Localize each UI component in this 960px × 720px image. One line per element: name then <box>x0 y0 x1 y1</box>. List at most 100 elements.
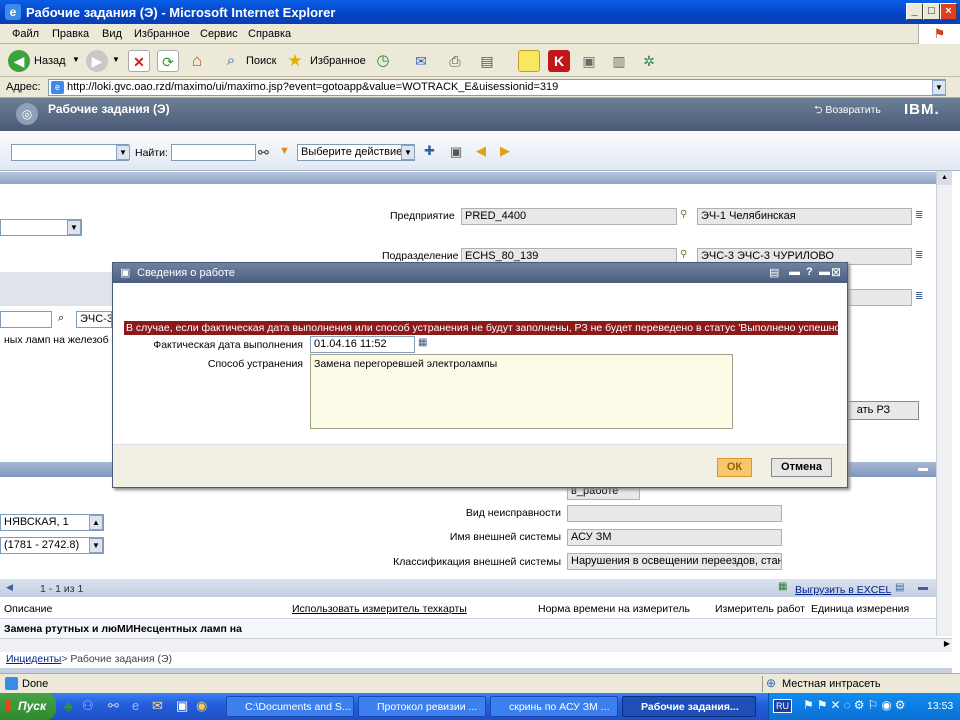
ok-button[interactable]: ОК <box>717 458 752 477</box>
address-scroll-up-icon[interactable]: ▲ <box>89 515 103 530</box>
left-select-dropdown-icon[interactable]: ▼ <box>67 220 81 235</box>
enterprise-menu-icon[interactable]: ≣ <box>915 210 923 221</box>
stop-icon[interactable]: ✕ <box>128 50 150 72</box>
table-menu-icon[interactable]: ▤ <box>895 582 904 593</box>
history-icon[interactable]: ◷ <box>372 50 394 72</box>
hscroll-right-icon[interactable]: ▶ <box>944 639 950 648</box>
cancel-button[interactable]: Отмена <box>771 458 832 477</box>
quicklaunch-app-icon[interactable]: ▣ <box>176 698 188 714</box>
dialog-help-icon[interactable]: ? <box>806 266 813 278</box>
column-description[interactable]: Описание <box>4 603 52 615</box>
back-button-label[interactable]: Назад <box>34 55 66 67</box>
enterprise-name-field[interactable]: ЭЧ-1 Челябинская <box>697 208 912 225</box>
ext-system-field[interactable]: АСУ ЗМ <box>567 529 782 546</box>
hidden-field-right[interactable] <box>838 289 912 306</box>
dialog-menu-icon[interactable]: ▤ <box>769 266 779 279</box>
page-scrollbar[interactable]: ▲ <box>936 171 952 636</box>
filter-arrow-icon[interactable]: ▼ <box>279 145 290 157</box>
messenger-icon[interactable]: ✲ <box>638 50 660 72</box>
dialog-close-icon[interactable]: ⊠ <box>831 265 841 279</box>
division-detail-icon[interactable]: ⚲ <box>680 249 687 260</box>
search-icon[interactable]: ⌕ <box>220 50 242 72</box>
print-icon[interactable]: ⎙ <box>444 50 466 72</box>
hidden-menu-icon[interactable]: ≣ <box>915 291 923 302</box>
section-collapse-icon[interactable]: ▬ <box>918 463 928 474</box>
start-button[interactable]: Пуск <box>0 693 56 720</box>
favorites-star-icon[interactable]: ★ <box>284 50 306 72</box>
column-use-meter[interactable]: Использовать измеритель техкарты <box>292 603 467 615</box>
quicklaunch-media-icon[interactable]: ◉ <box>196 698 207 714</box>
antivirus-icon[interactable]: K <box>548 50 570 72</box>
ext-class-field[interactable]: Нарушения в освещении переездов, станци <box>567 553 782 570</box>
address-input[interactable]: e http://loki.gvc.oao.rzd/maximo/ui/maxi… <box>48 79 946 96</box>
task-word-protocol[interactable]: Протокол ревизии ... <box>358 696 486 717</box>
back-dropdown-icon[interactable]: ▼ <box>72 55 80 64</box>
toolbar-ext-icon[interactable]: ▣ <box>578 50 600 72</box>
task-explorer[interactable]: C:\Documents and S... <box>226 696 354 717</box>
binoculars-icon[interactable]: ⚯ <box>258 145 269 161</box>
quicklaunch-ie-icon[interactable]: ⚇ <box>82 698 94 714</box>
actual-date-input[interactable]: 01.04.16 11:52 <box>310 336 415 353</box>
language-indicator[interactable]: RU <box>773 699 792 713</box>
division-menu-icon[interactable]: ≣ <box>915 250 923 261</box>
excel-icon[interactable]: ▦ <box>778 581 787 592</box>
pager-first-icon[interactable]: ◀ <box>6 582 13 593</box>
column-time-norm[interactable]: Норма времени на измеритель <box>538 603 690 615</box>
back-arrow-icon[interactable]: ◀ <box>8 50 30 72</box>
quicklaunch-browser-icon[interactable]: e <box>132 698 139 713</box>
enterprise-code-field[interactable]: PRED_4400 <box>461 208 677 225</box>
query-select[interactable] <box>11 144 129 161</box>
column-work-meter[interactable]: Измеритель работ <box>715 603 805 615</box>
action-select[interactable]: Выберите действие <box>297 144 415 161</box>
minimize-button[interactable]: _ <box>906 3 923 20</box>
forward-dropdown-icon[interactable]: ▼ <box>112 55 120 64</box>
table-row[interactable]: Замена ртутных и люМИНесцентных ламп на <box>0 618 936 638</box>
menu-tools[interactable]: Сервис <box>200 28 238 40</box>
enterprise-detail-icon[interactable]: ⚲ <box>680 209 687 220</box>
table-collapse-icon[interactable]: ▬ <box>918 582 928 593</box>
left-search-field[interactable] <box>0 311 52 328</box>
find-input[interactable] <box>171 144 256 161</box>
forward-arrow-icon[interactable]: ▶ <box>86 50 108 72</box>
mail-icon[interactable]: ✉ <box>410 50 432 72</box>
task-word-screens[interactable]: скринь по АСУ ЗМ ... <box>490 696 618 717</box>
left-search-icon[interactable]: ⌕ <box>58 312 64 325</box>
task-ie-workorders[interactable]: Рабочие задания... <box>622 696 756 717</box>
next-arrow-icon[interactable]: ▶ <box>500 143 510 159</box>
note-icon[interactable] <box>518 50 540 72</box>
previous-arrow-icon[interactable]: ◀ <box>476 143 486 159</box>
fault-type-field[interactable] <box>567 505 782 522</box>
calendar-icon[interactable]: ▦ <box>418 337 427 348</box>
menu-view[interactable]: Вид <box>102 28 122 40</box>
action-dropdown-icon[interactable]: ▼ <box>401 145 415 160</box>
quicklaunch-tree-icon[interactable]: ♣ <box>64 698 73 714</box>
home-icon[interactable]: ⌂ <box>186 50 208 72</box>
breadcrumb-link[interactable]: Инциденты <box>6 653 61 665</box>
tray-icons[interactable]: ⚑⚑✕◌⚙⚐◉⚙ <box>803 698 908 712</box>
maximize-button[interactable]: □ <box>923 3 940 20</box>
column-unit[interactable]: Единица измерения <box>811 603 909 615</box>
dialog-restore-icon[interactable]: ▬ <box>819 266 830 278</box>
search-button-label[interactable]: Поиск <box>246 55 276 67</box>
query-dropdown-icon[interactable]: ▼ <box>116 145 130 160</box>
address-dropdown-icon[interactable]: ▼ <box>932 80 946 95</box>
refresh-icon[interactable]: ⟳ <box>157 50 179 72</box>
favorites-button-label[interactable]: Избранное <box>310 55 366 67</box>
quicklaunch-outlook-icon[interactable]: ✉ <box>152 698 163 714</box>
menu-favorites[interactable]: Избранное <box>134 28 190 40</box>
export-excel-link[interactable]: Выгрузить в EXCEL <box>795 584 891 596</box>
menu-edit[interactable]: Правка <box>52 28 89 40</box>
return-link[interactable]: ⮌ Возвратить <box>814 102 881 120</box>
close-window-button[interactable]: × <box>940 3 957 20</box>
menu-help[interactable]: Справка <box>248 28 291 40</box>
dialog-minimize-icon[interactable]: ▬ <box>789 266 800 278</box>
horizontal-scrollbar[interactable]: ▶ <box>0 638 952 652</box>
method-textarea[interactable]: Замена перегоревшей электролампы <box>310 354 733 429</box>
research-icon[interactable]: ▥ <box>608 50 630 72</box>
new-record-icon[interactable]: ✚ <box>424 143 435 159</box>
quicklaunch-link-icon[interactable]: ⚯ <box>108 698 119 714</box>
edit-icon[interactable]: ▤ <box>476 50 498 72</box>
scroll-up-icon[interactable]: ▲ <box>937 171 952 185</box>
save-icon[interactable]: ▣ <box>450 144 462 160</box>
menu-file[interactable]: Файл <box>12 28 39 40</box>
